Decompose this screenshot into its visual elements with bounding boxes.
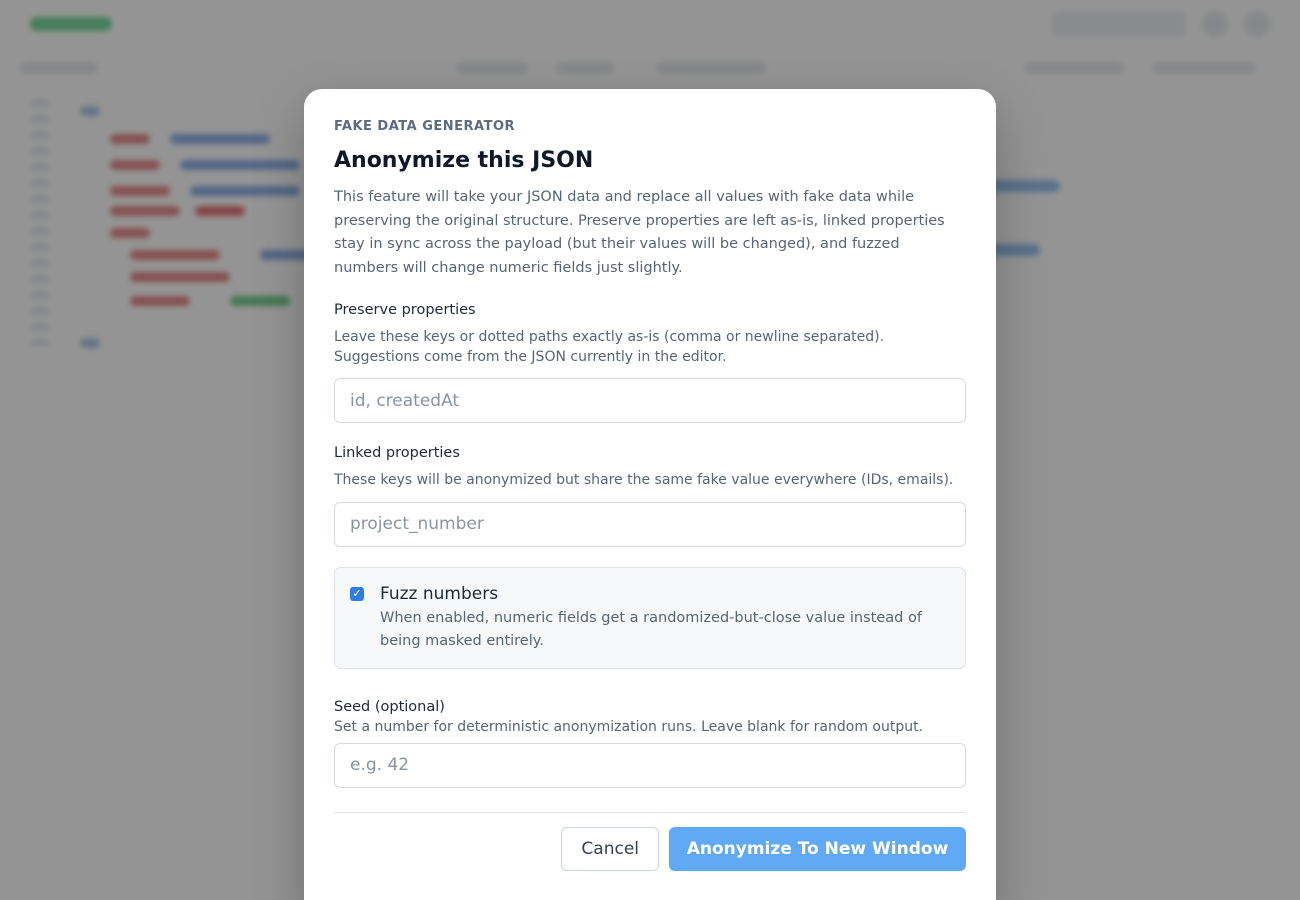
seed-input[interactable]	[334, 742, 966, 788]
fuzz-numbers-checkbox[interactable]: ✓	[350, 586, 364, 601]
preserve-properties-input[interactable]	[334, 378, 966, 423]
preserve-properties-label: Preserve properties	[334, 302, 476, 318]
anonymize-dialog: FAKE DATA GENERATOR Anonymize this JSON …	[304, 89, 996, 900]
fuzz-numbers-label[interactable]: Fuzz numbers	[380, 584, 949, 604]
dialog-footer: Cancel Anonymize To New Window	[334, 826, 966, 871]
linked-properties-help: These keys will be anonymized but share …	[334, 472, 954, 488]
dialog-description: This feature will take your JSON data an…	[334, 189, 945, 276]
cancel-button[interactable]: Cancel	[561, 826, 659, 871]
preserve-properties-help: Leave these keys or dotted paths exactly…	[334, 329, 885, 365]
seed-label: Seed (optional)	[334, 698, 445, 715]
anonymize-to-new-window-button[interactable]: Anonymize To New Window	[669, 826, 966, 871]
fuzz-numbers-option: ✓ Fuzz numbers When enabled, numeric fie…	[334, 566, 966, 669]
footer-divider	[334, 811, 966, 813]
fuzz-numbers-help: When enabled, numeric fields get a rando…	[380, 609, 922, 649]
dialog-title: Anonymize this JSON	[334, 148, 594, 173]
linked-properties-label: Linked properties	[334, 445, 460, 461]
dialog-eyebrow: FAKE DATA GENERATOR	[334, 119, 516, 134]
seed-help: Set a number for deterministic anonymiza…	[334, 718, 924, 735]
linked-properties-input[interactable]	[334, 501, 966, 547]
check-icon: ✓	[352, 586, 362, 600]
